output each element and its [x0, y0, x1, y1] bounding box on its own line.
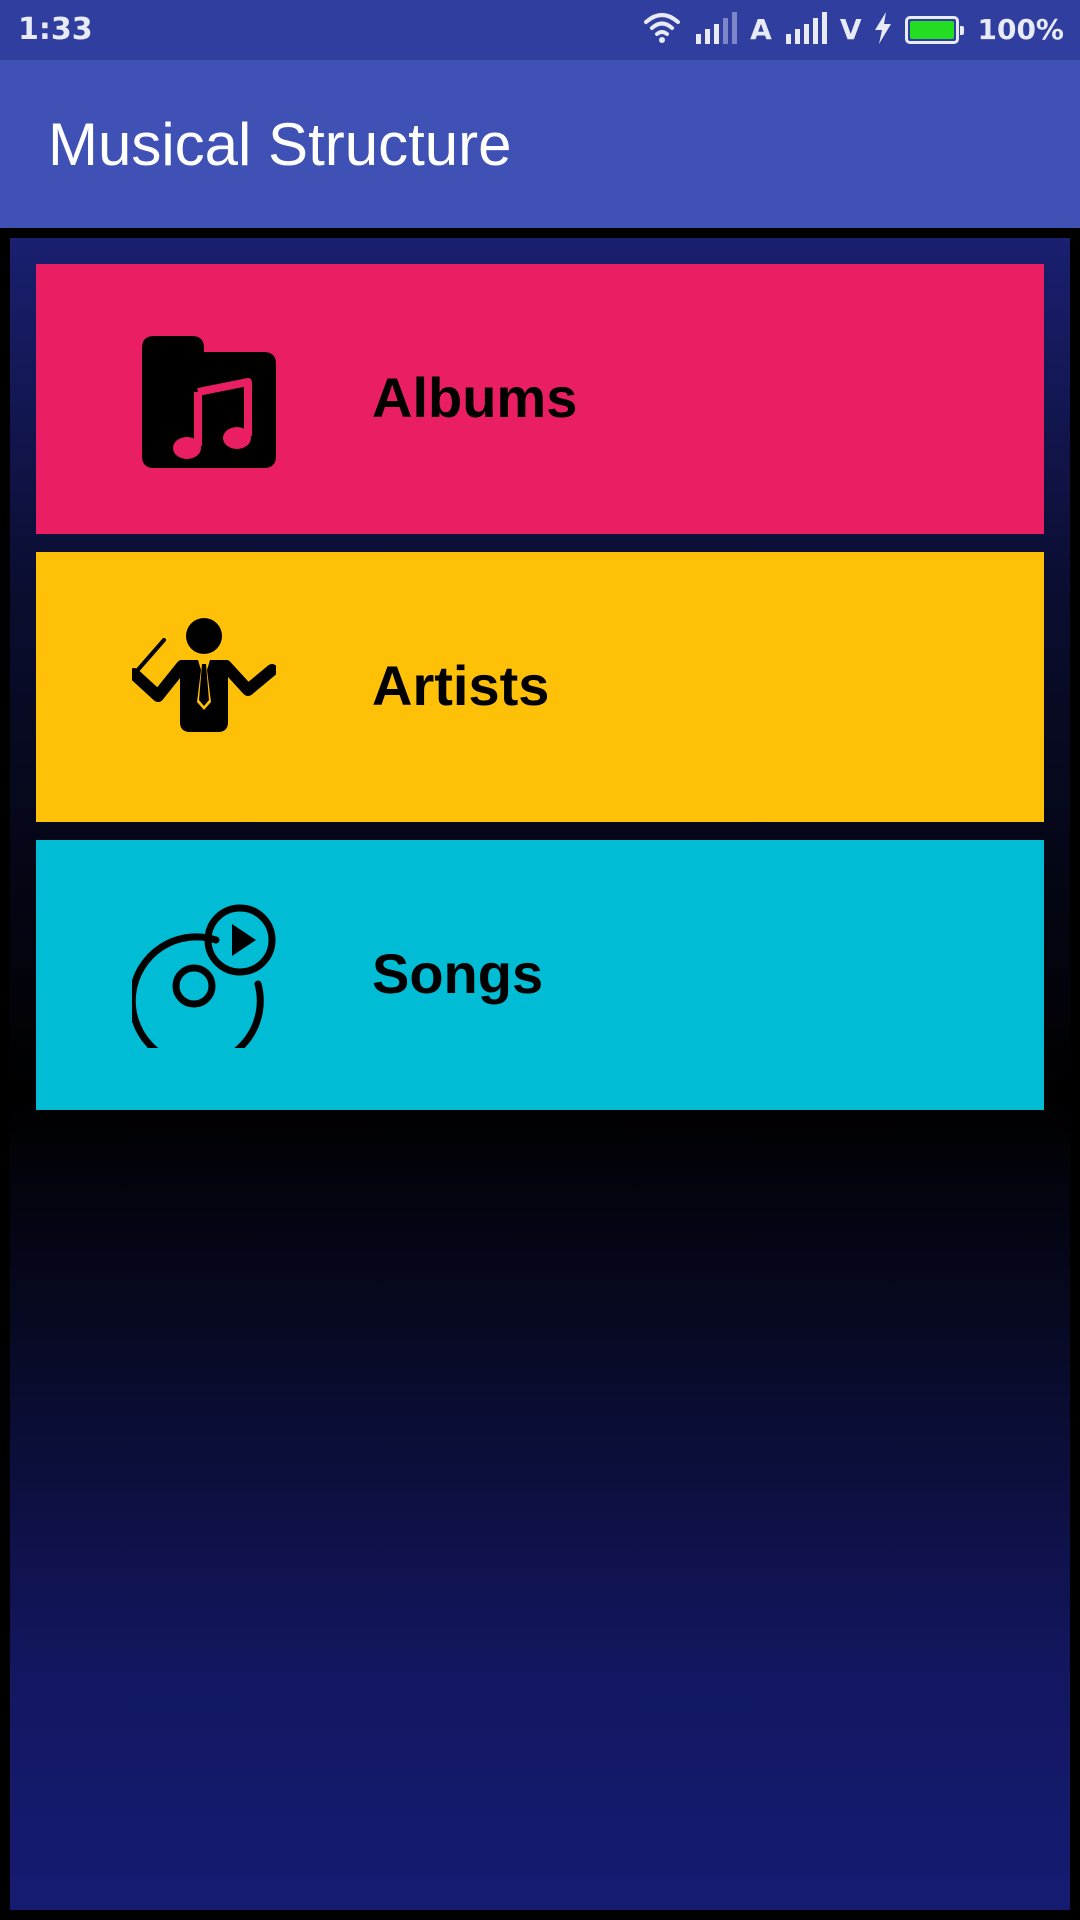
- battery-percent: 100%: [977, 13, 1064, 46]
- conductor-icon: [132, 616, 276, 760]
- card-label-albums: Albums: [372, 366, 578, 429]
- status-bar: 1:33 A V 100%: [0, 0, 1080, 60]
- wifi-icon: [642, 12, 682, 48]
- albums-card[interactable]: Albums: [36, 264, 1044, 534]
- signal-icon: [694, 12, 738, 48]
- music-folder-icon: [132, 328, 276, 472]
- sim2-label: V: [839, 13, 862, 46]
- status-time: 1:33: [18, 12, 93, 47]
- disc-play-icon: [132, 904, 276, 1048]
- app-bar: Musical Structure: [0, 60, 1080, 228]
- songs-card[interactable]: Songs: [36, 840, 1044, 1110]
- battery-fill: [910, 21, 955, 39]
- sim1-label: A: [750, 13, 772, 46]
- charging-icon: [873, 12, 893, 48]
- card-label-artists: Artists: [372, 654, 550, 717]
- battery-icon: [905, 16, 965, 44]
- status-icons: A V 100%: [630, 10, 1064, 50]
- card-label-songs: Songs: [372, 942, 544, 1005]
- signal-icon: [784, 12, 828, 48]
- artists-card[interactable]: Artists: [36, 552, 1044, 822]
- category-list: Albums Artists Songs: [10, 238, 1070, 1910]
- page-title: Musical Structure: [48, 111, 512, 178]
